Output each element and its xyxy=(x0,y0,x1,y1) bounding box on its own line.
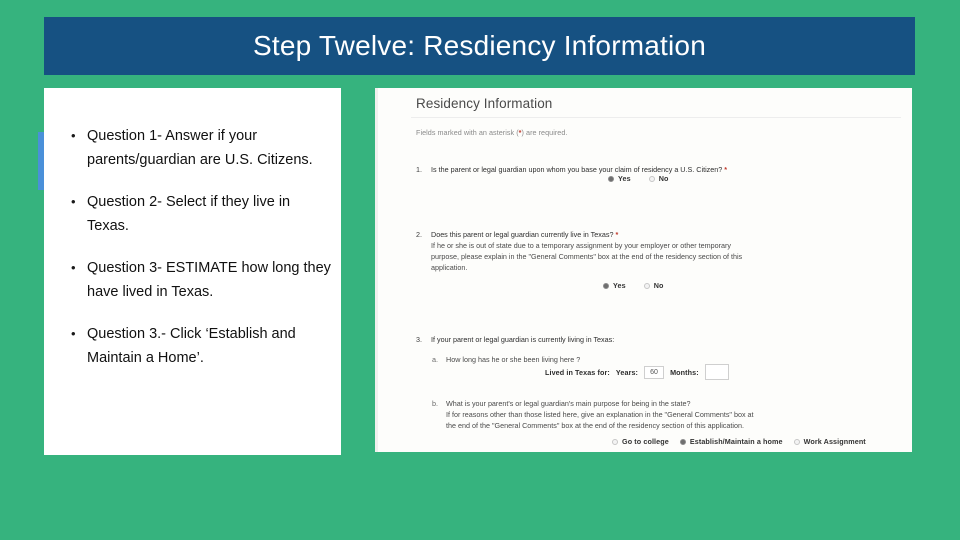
residency-form-panel: Residency Information Fields marked with… xyxy=(375,88,912,452)
question-2-detail-line-1: If he or she is out of state due to a te… xyxy=(431,241,732,251)
radio-icon[interactable] xyxy=(612,438,618,445)
radio-label: Establish/Maintain a home xyxy=(689,437,783,446)
radio-option-no[interactable]: No xyxy=(643,281,664,290)
required-fields-note: Fields marked with an asterisk (*) are r… xyxy=(416,128,567,137)
list-item: • Question 1- Answer if your parents/gua… xyxy=(71,124,333,172)
radio-label: Go to college xyxy=(622,437,669,446)
question-3b-text: What is your parent's or legal guardian'… xyxy=(446,399,691,408)
radio-icon[interactable] xyxy=(679,438,686,445)
radio-option-no[interactable]: No xyxy=(648,174,669,183)
asterisk-icon: * xyxy=(724,165,728,174)
bullet-icon: • xyxy=(71,326,76,341)
question-2-detail-line-2: purpose, please explain in the "General … xyxy=(431,252,743,262)
radio-icon[interactable] xyxy=(793,438,800,445)
radio-icon[interactable] xyxy=(648,175,655,182)
question-1-text: Is the parent or legal guardian upon who… xyxy=(431,165,723,174)
question-2-detail-line-3: application. xyxy=(431,263,468,273)
slide-canvas: Step Twelve: Resdiency Information • Que… xyxy=(0,0,960,540)
radio-icon[interactable] xyxy=(608,175,614,182)
question-2: 2. Does this parent or legal guardian cu… xyxy=(416,229,886,274)
question-2-number: 2. xyxy=(416,230,422,239)
list-item: • Question 2- Select if they live in Tex… xyxy=(71,190,333,238)
question-3-number: 3. xyxy=(416,335,422,344)
radio-option-establish-maintain-home[interactable]: Establish/Maintain a home xyxy=(679,437,783,446)
list-item-label: Question 1- Answer if your parents/guard… xyxy=(87,128,313,168)
required-note-suffix: ) are required. xyxy=(521,128,568,137)
question-1-radio-group[interactable]: Yes No xyxy=(608,174,679,183)
bullet-list: • Question 1- Answer if your parents/gua… xyxy=(71,124,333,388)
question-3b: b. What is your parent's or legal guardi… xyxy=(432,398,892,431)
question-3b-detail-line-2: the end of the "General Comments" box at… xyxy=(446,421,744,431)
radio-label: Yes xyxy=(618,174,631,183)
bullet-icon: • xyxy=(71,128,76,143)
radio-icon[interactable] xyxy=(603,282,609,289)
radio-label: Work Assignment xyxy=(803,437,866,446)
radio-option-yes[interactable]: Yes xyxy=(608,174,631,183)
lived-in-texas-label: Lived in Texas for: xyxy=(545,367,610,377)
question-3-text: If your parent or legal guardian is curr… xyxy=(431,335,615,344)
list-item-label: Question 2- Select if they live in Texas… xyxy=(87,194,291,234)
asterisk-icon: * xyxy=(615,230,619,239)
radio-icon[interactable] xyxy=(643,282,650,289)
question-3b-letter: b. xyxy=(432,399,438,408)
list-item-label: Question 3.- Click ‘Establish and Mainta… xyxy=(87,326,296,366)
question-3b-detail-line-1: If for reasons other than those listed h… xyxy=(446,410,754,420)
list-item: • Question 3.- Click ‘Establish and Main… xyxy=(71,322,333,370)
required-note-prefix: Fields marked with an asterisk ( xyxy=(416,128,519,137)
months-label: Months: xyxy=(670,367,699,377)
list-item: • Question 3- ESTIMATE how long they hav… xyxy=(71,256,333,304)
radio-option-go-to-college[interactable]: Go to college xyxy=(612,437,669,446)
question-3a-letter: a. xyxy=(432,355,438,364)
question-2-text: Does this parent or legal guardian curre… xyxy=(431,230,614,239)
radio-label: Yes xyxy=(613,281,626,290)
question-1-number: 1. xyxy=(416,165,422,174)
bullet-icon: • xyxy=(71,194,76,209)
radio-label: No xyxy=(658,174,669,183)
list-item-label: Question 3- ESTIMATE how long they have … xyxy=(87,260,331,300)
radio-option-yes[interactable]: Yes xyxy=(603,281,626,290)
bullet-icon: • xyxy=(71,260,76,275)
form-heading-divider xyxy=(411,117,901,118)
years-label: Years: xyxy=(615,367,639,377)
months-input[interactable] xyxy=(704,364,729,380)
radio-option-work-assignment[interactable]: Work Assignment xyxy=(793,437,866,446)
title-banner: Step Twelve: Resdiency Information xyxy=(44,17,915,75)
lived-in-texas-field-row: Lived in Texas for: Years: 60 Months: xyxy=(545,364,729,380)
form-heading: Residency Information xyxy=(416,96,553,111)
question-3: 3. If your parent or legal guardian is c… xyxy=(416,334,886,345)
page-title: Step Twelve: Resdiency Information xyxy=(253,30,706,61)
years-input[interactable]: 60 xyxy=(644,365,665,379)
panel-left-rule xyxy=(375,88,378,452)
question-2-radio-group[interactable]: Yes No xyxy=(603,281,674,290)
radio-label: No xyxy=(653,281,664,290)
purpose-radio-group[interactable]: Go to college Establish/Maintain a home … xyxy=(612,437,877,446)
